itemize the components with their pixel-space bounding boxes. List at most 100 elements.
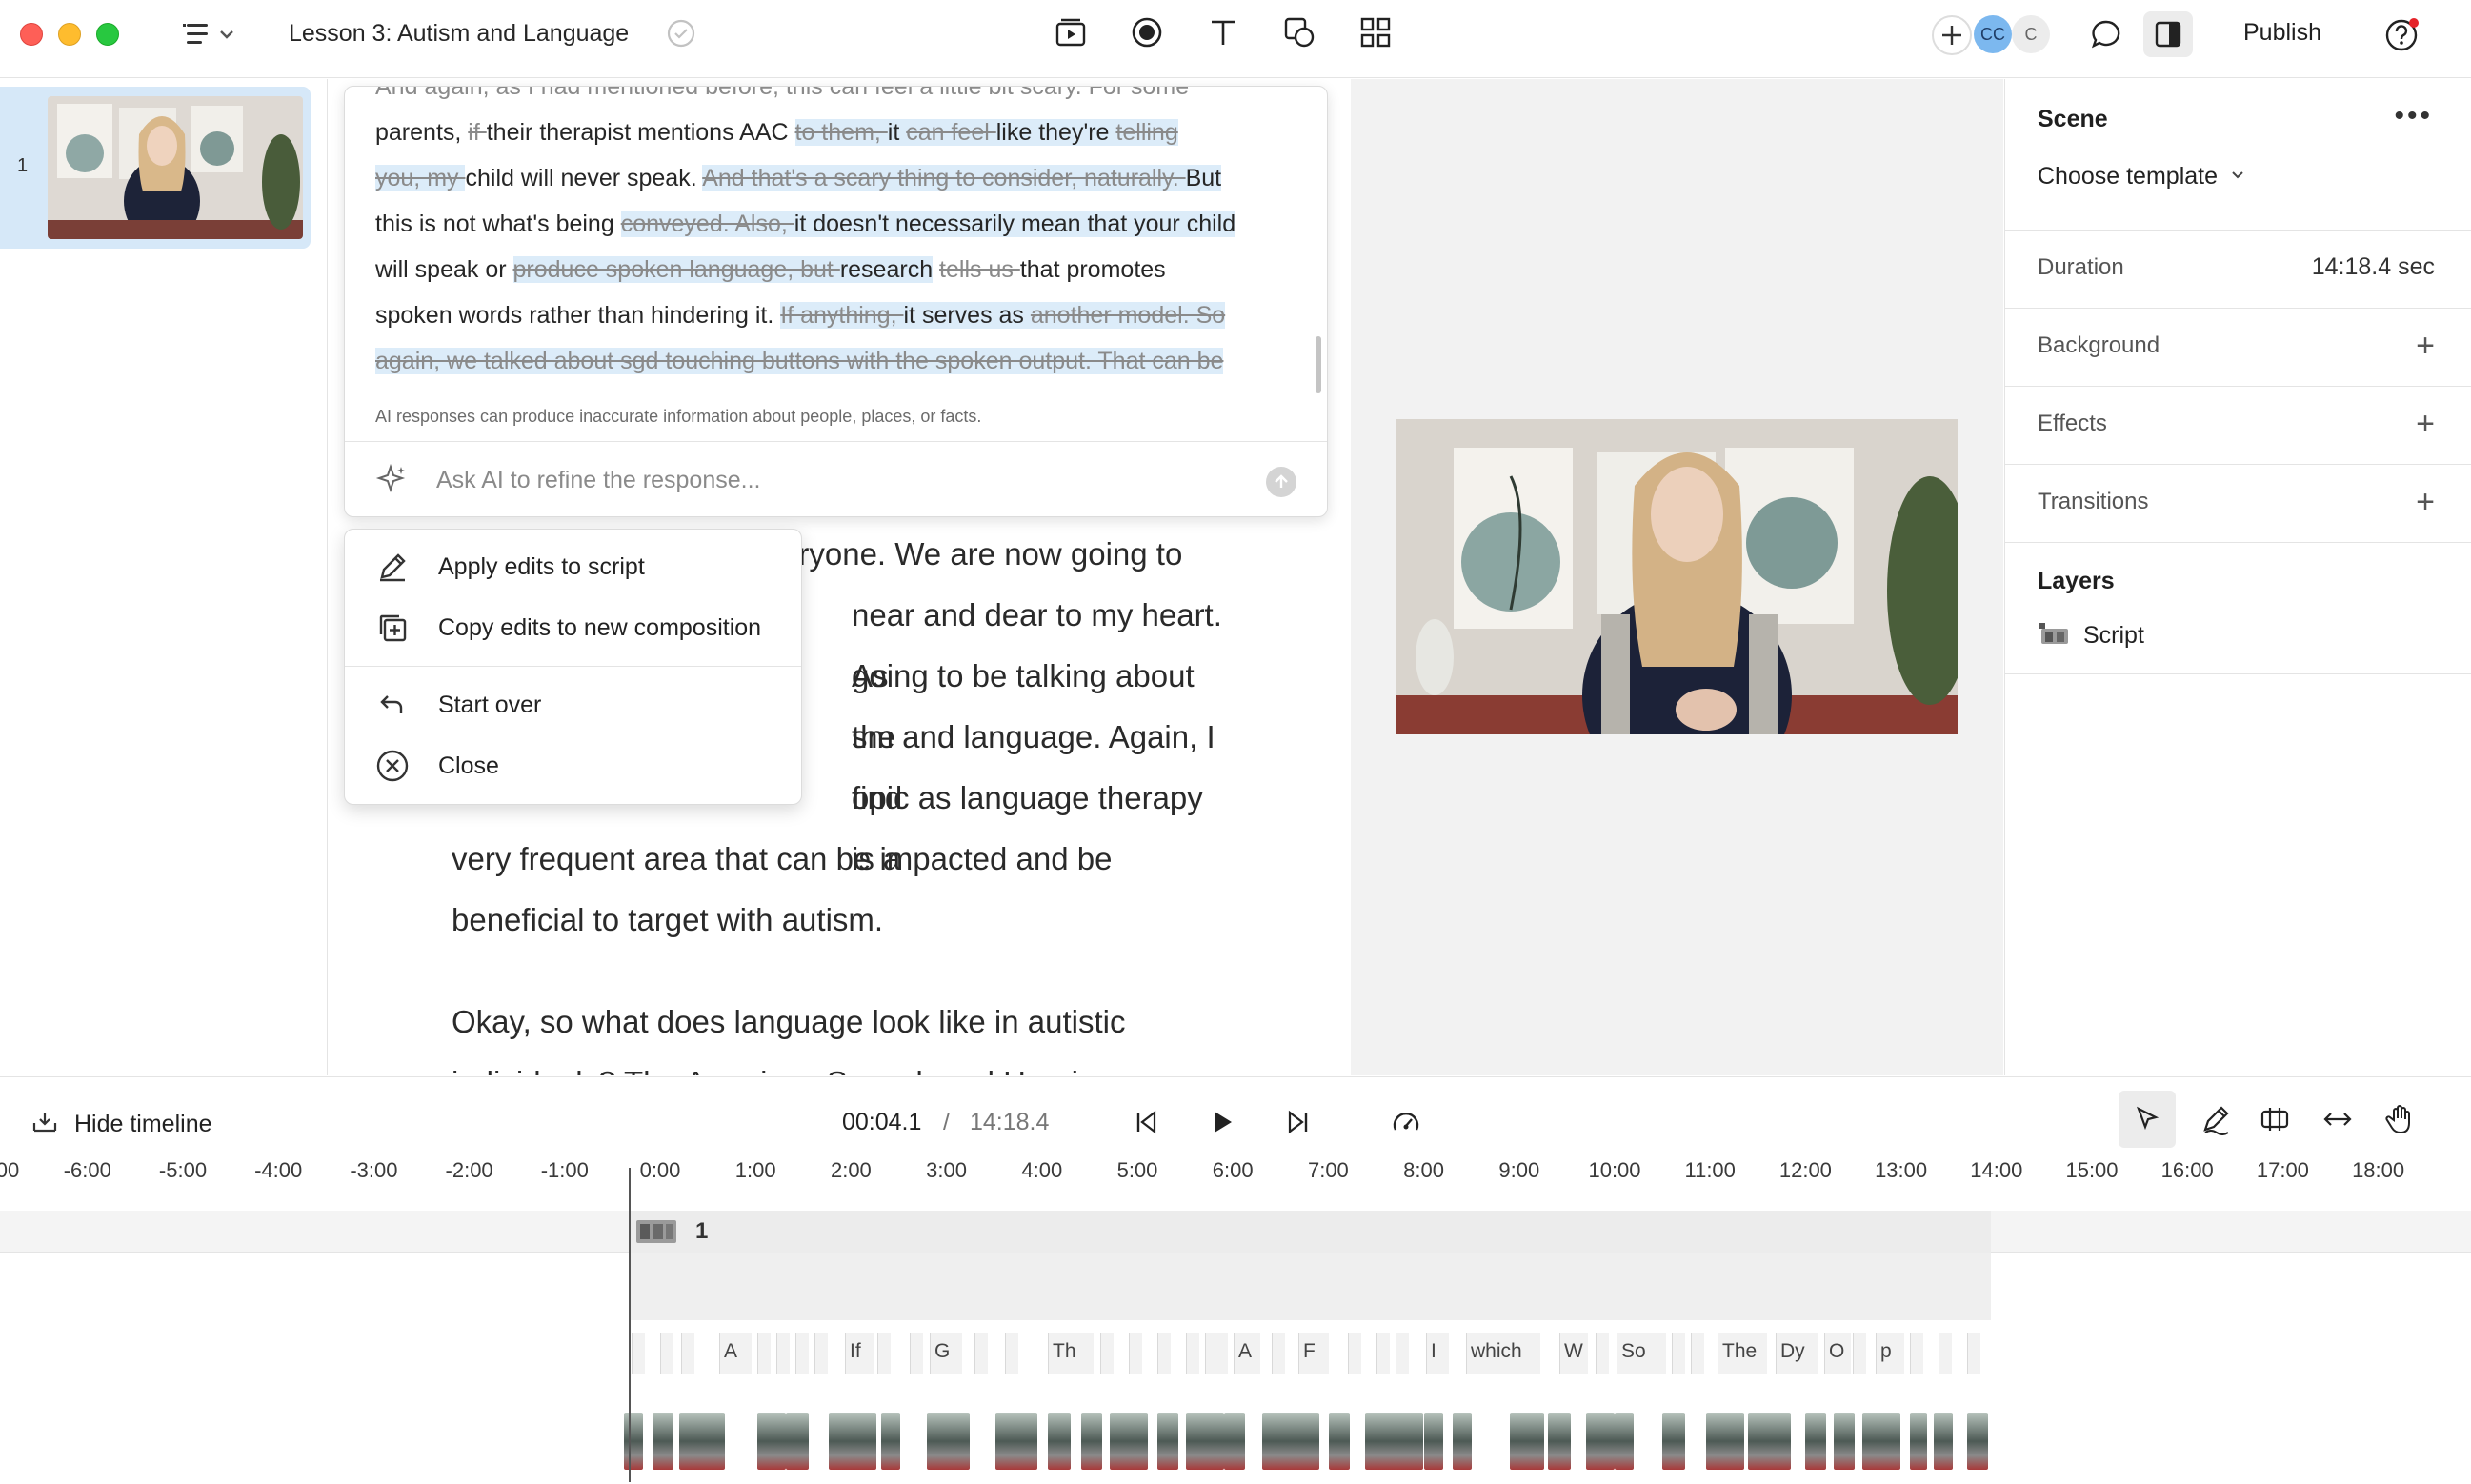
word-clip[interactable] [1376, 1333, 1390, 1374]
scene-card[interactable]: 1 [0, 87, 311, 249]
playback-speed-button[interactable] [1389, 1106, 1423, 1140]
duration-value[interactable]: 14:18.4 sec [2312, 253, 2435, 281]
word-clip[interactable] [1129, 1333, 1142, 1374]
word-clip[interactable] [1100, 1333, 1114, 1374]
word-clip[interactable] [660, 1333, 673, 1374]
window-zoom-button[interactable] [96, 23, 119, 46]
word-clip[interactable] [1005, 1333, 1018, 1374]
record-screen-icon[interactable] [1054, 15, 1088, 50]
shapes-icon[interactable] [1282, 15, 1316, 50]
speed-gauge-icon [1393, 1113, 1419, 1131]
word-clip[interactable]: O [1824, 1333, 1851, 1374]
document-title[interactable]: Lesson 3: Autism and Language [289, 19, 629, 48]
word-clip[interactable] [1215, 1333, 1228, 1374]
word-clip[interactable]: Th [1048, 1333, 1094, 1374]
preview-video[interactable] [1396, 419, 1958, 734]
add-effect-icon[interactable]: + [2416, 408, 2435, 440]
word-clip[interactable] [1157, 1333, 1171, 1374]
word-clip[interactable]: p [1876, 1333, 1904, 1374]
word-clip[interactable] [1396, 1333, 1409, 1374]
project-menu-button[interactable] [181, 17, 238, 51]
word-clip[interactable] [814, 1333, 828, 1374]
hide-timeline-button[interactable]: Hide timeline [30, 1108, 212, 1141]
word-clip[interactable] [877, 1333, 891, 1374]
add-background-icon[interactable]: + [2416, 330, 2435, 362]
time-separator: / [943, 1109, 950, 1135]
word-clip[interactable]: So [1617, 1333, 1666, 1374]
script-word-track[interactable]: A If G Th A F Iwhich W So The Dy Op [624, 1327, 1991, 1479]
word-clip[interactable] [1272, 1333, 1285, 1374]
background-row[interactable]: Background + [2005, 309, 2471, 387]
window-minimize-button[interactable] [58, 23, 81, 46]
play-button[interactable] [1206, 1106, 1238, 1138]
layer-item-script[interactable]: Script [2038, 621, 2144, 651]
word-clip[interactable] [757, 1333, 771, 1374]
word-clip[interactable] [1910, 1333, 1923, 1374]
word-clip[interactable] [1691, 1333, 1704, 1374]
word-clip[interactable]: G [930, 1333, 962, 1374]
word-clip[interactable] [910, 1333, 923, 1374]
add-collaborator-button[interactable] [1932, 15, 1972, 55]
start-over-menu-item[interactable]: Start over [345, 675, 801, 734]
choose-template-dropdown[interactable]: Choose template [2038, 163, 2246, 191]
word-clip[interactable] [1186, 1333, 1199, 1374]
word-clip[interactable]: A [1234, 1333, 1260, 1374]
word-clip[interactable]: The [1718, 1333, 1767, 1374]
word-clip[interactable] [1596, 1333, 1609, 1374]
avatar[interactable]: CC [1974, 15, 2012, 53]
copy-edits-menu-item[interactable]: Copy edits to new composition [345, 598, 801, 657]
help-button[interactable] [2381, 15, 2421, 55]
stretch-tool-button[interactable] [2317, 1098, 2359, 1140]
menu-item-label: Copy edits to new composition [438, 613, 762, 641]
record-icon[interactable] [1130, 15, 1164, 50]
publish-button[interactable]: Publish [2243, 19, 2321, 47]
ai-response-text[interactable]: And again, as I had mentioned before, th… [375, 87, 1290, 384]
text-tool-icon[interactable] [1206, 15, 1240, 50]
word-clip[interactable] [1967, 1333, 1980, 1374]
word-clip[interactable]: W [1559, 1333, 1588, 1374]
toggle-properties-panel-button[interactable] [2143, 11, 2193, 57]
grid-icon[interactable] [1358, 15, 1393, 50]
word-clip[interactable]: Dy [1776, 1333, 1808, 1374]
add-transition-icon[interactable]: + [2416, 486, 2435, 518]
select-tool-button[interactable] [2119, 1091, 2176, 1148]
window-close-button[interactable] [20, 23, 43, 46]
ai-refine-input[interactable] [436, 463, 1198, 497]
script-paragraph[interactable]: Okay, so what does language look like in… [452, 992, 1233, 1075]
word-clip[interactable]: which [1466, 1333, 1540, 1374]
word-clip[interactable] [1939, 1333, 1952, 1374]
ai-card-scrollbar[interactable] [1316, 336, 1321, 393]
word-clip[interactable] [776, 1333, 790, 1374]
audio-waveform [1586, 1413, 1615, 1470]
scene-clip[interactable]: 1 [629, 1211, 1991, 1253]
word-clip[interactable] [681, 1333, 694, 1374]
pan-tool-button[interactable] [2380, 1098, 2421, 1140]
plus-icon [1942, 26, 1961, 45]
skip-forward-button[interactable] [1282, 1106, 1315, 1138]
layers-title: Layers [2038, 568, 2115, 594]
word-clip[interactable] [974, 1333, 988, 1374]
word-clip[interactable]: A [719, 1333, 752, 1374]
transitions-row[interactable]: Transitions + [2005, 465, 2471, 543]
skip-back-button[interactable] [1130, 1106, 1162, 1138]
time-ruler[interactable]: 00 -6:00 -5:00 -4:00 -3:00 -2:00 -1:00 0:00 1:00… [0, 1158, 2471, 1196]
word-clip[interactable] [1672, 1333, 1685, 1374]
draw-tool-button[interactable] [2195, 1098, 2237, 1140]
playhead[interactable] [629, 1168, 631, 1482]
word-clip[interactable] [632, 1333, 645, 1374]
effects-row[interactable]: Effects + [2005, 387, 2471, 465]
word-clip[interactable]: If [845, 1333, 874, 1374]
ruler-tick: 4:00 [1021, 1158, 1063, 1182]
apply-edits-menu-item[interactable]: Apply edits to script [345, 537, 801, 596]
word-clip[interactable]: F [1298, 1333, 1329, 1374]
avatar[interactable]: C [2012, 15, 2050, 53]
word-clip[interactable] [1348, 1333, 1361, 1374]
word-clip[interactable]: I [1426, 1333, 1449, 1374]
word-clip[interactable] [795, 1333, 809, 1374]
comments-icon[interactable] [2088, 17, 2124, 51]
close-menu-item[interactable]: Close [345, 736, 801, 795]
word-clip[interactable] [1853, 1333, 1866, 1374]
send-button[interactable] [1266, 467, 1296, 497]
more-options-icon[interactable]: ••• [2394, 100, 2433, 132]
trim-tool-button[interactable] [2254, 1098, 2296, 1140]
